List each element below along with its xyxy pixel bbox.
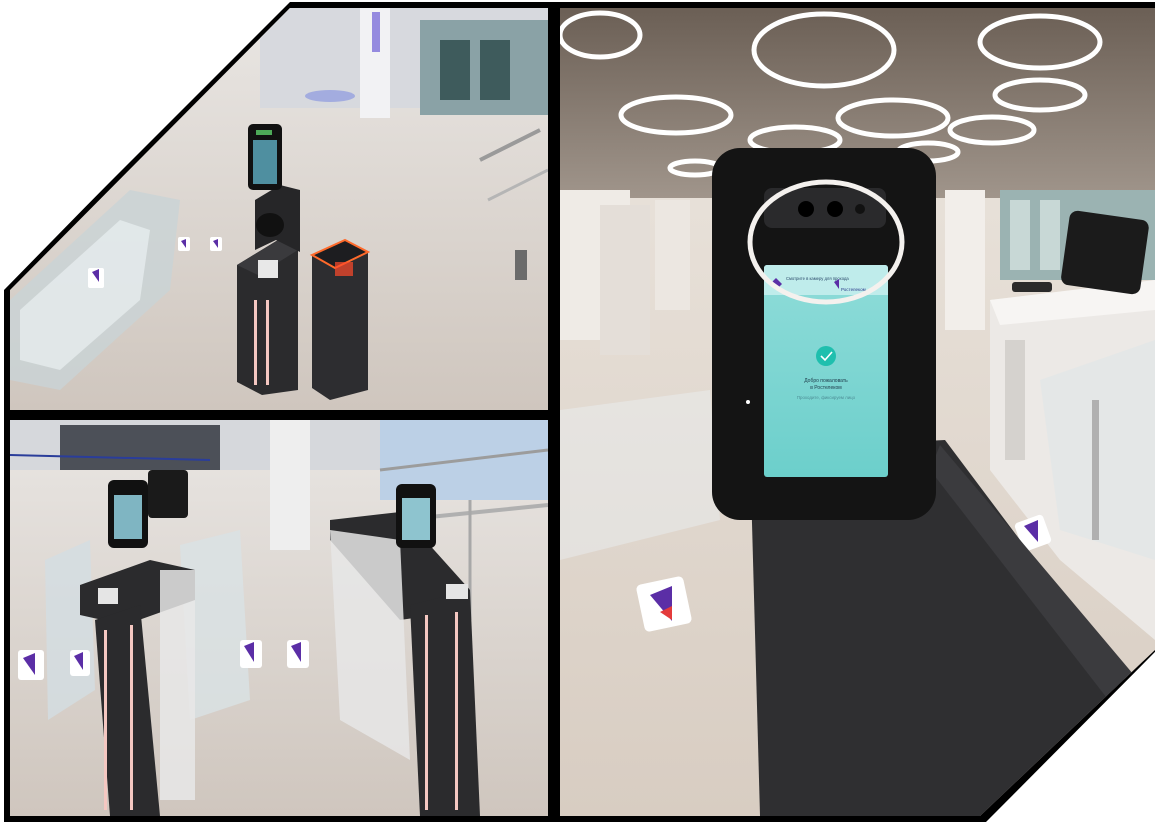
screen-prompt: Проходите, фиксируем лицо xyxy=(797,395,856,400)
screen-header-text: Смотрите в камеру для прохода xyxy=(786,276,849,281)
separator-horizontal xyxy=(4,410,560,420)
panel-right: Смотрите в камеру для прохода Ростелеком… xyxy=(560,8,1155,816)
photo-collage: Смотрите в камеру для прохода Ростелеком… xyxy=(0,0,1155,824)
screen-brand: Ростелеком xyxy=(841,287,866,292)
screen-welcome-line2: в Ростелеком xyxy=(810,385,842,391)
screen-welcome-line1: Добро пожаловать xyxy=(804,378,848,384)
terminal-screen xyxy=(764,265,888,477)
check-circle-icon xyxy=(816,346,836,366)
panel-bottom-left xyxy=(10,420,548,816)
